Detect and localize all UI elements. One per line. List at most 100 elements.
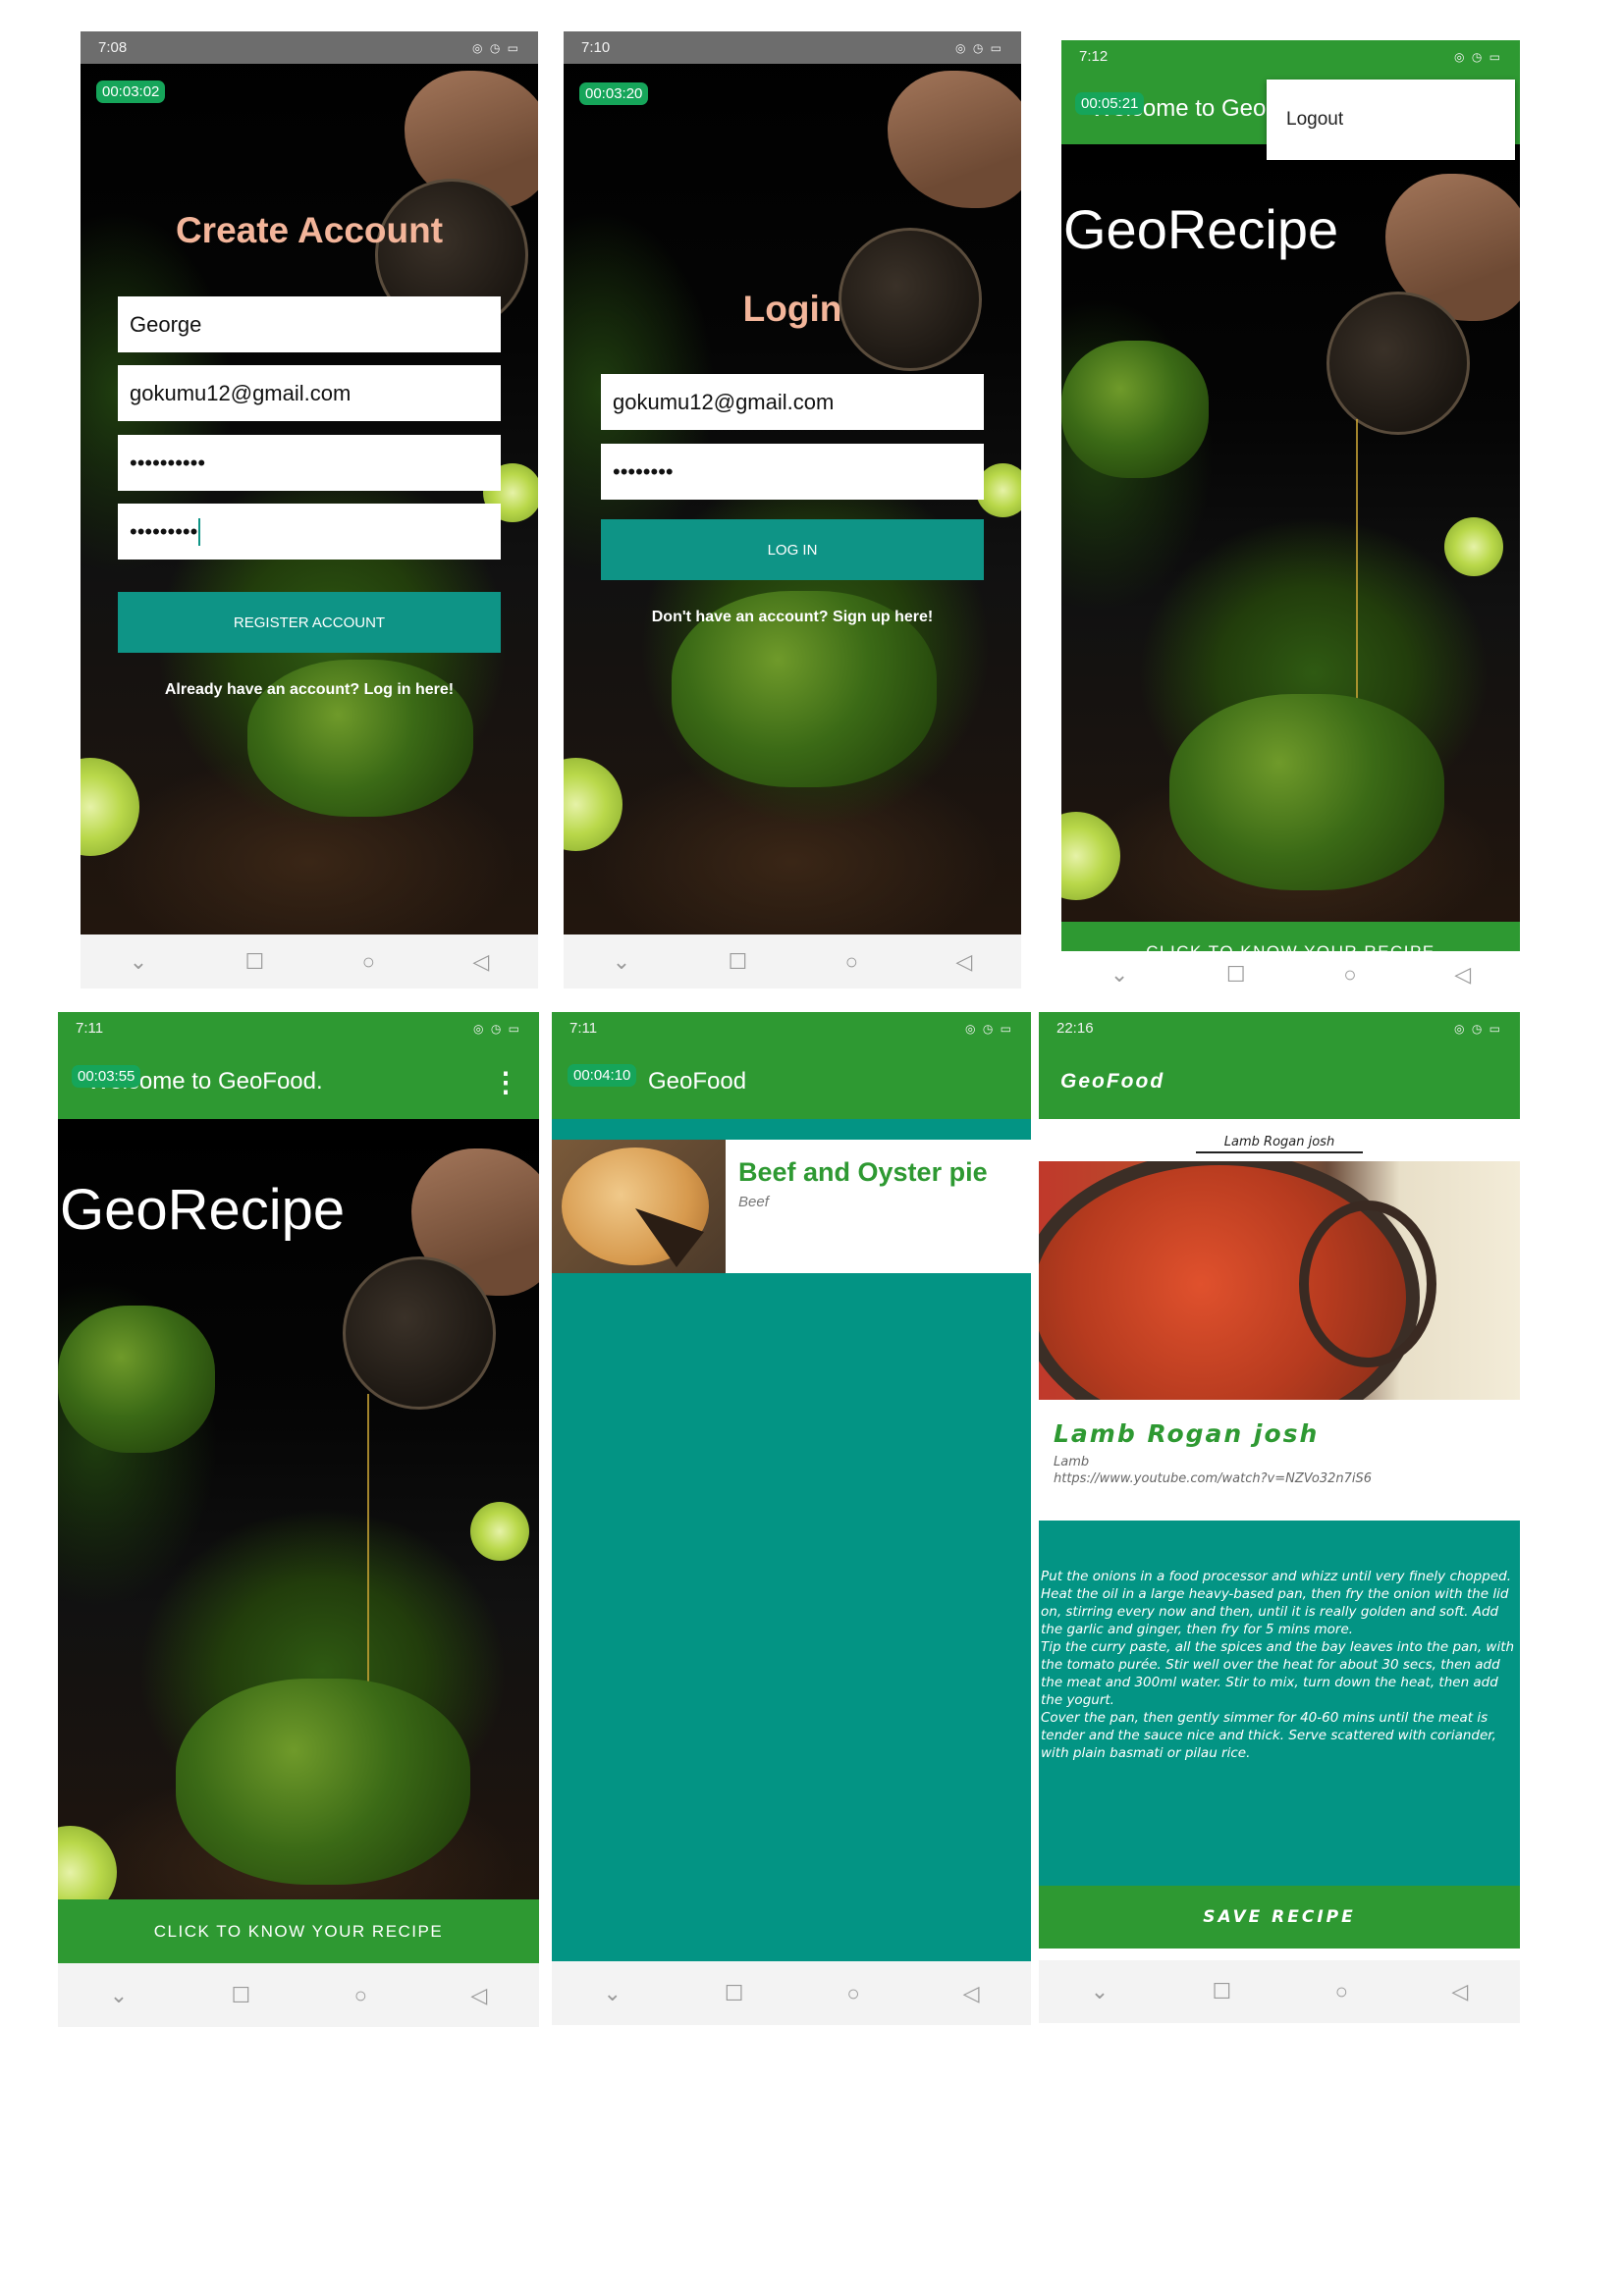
recents-icon[interactable]: ☐	[245, 949, 265, 975]
status-time: 7:11	[569, 1020, 598, 1037]
recipe-video-link[interactable]: https://www.youtube.com/watch?v=NZVo32n7…	[1054, 1471, 1372, 1486]
recipe-title: Lamb Rogan josh	[1054, 1419, 1320, 1448]
page-title: Create Account	[175, 210, 444, 250]
pie-thumbnail	[552, 1140, 726, 1273]
chevron-down-icon[interactable]: ⌄	[130, 949, 147, 975]
confirm-password-field[interactable]: •••••••••	[118, 504, 501, 560]
recents-icon[interactable]: ☐	[1213, 1979, 1232, 2004]
chevron-down-icon[interactable]: ⌄	[613, 949, 630, 975]
home-icon[interactable]: ○	[354, 1983, 367, 2008]
instructions-paragraph: Put the onions in a food processor and w…	[1041, 1569, 1511, 1637]
status-time: 7:10	[581, 39, 611, 56]
instructions-paragraph: Cover the pan, then gently simmer for 40…	[1041, 1710, 1496, 1761]
save-recipe-button[interactable]: SAVE RECIPE	[1039, 1886, 1520, 1949]
pan-handle	[1299, 1201, 1436, 1367]
lime-image	[81, 758, 139, 856]
chevron-down-icon[interactable]: ⌄	[110, 1983, 128, 2008]
lime-image	[1444, 517, 1503, 576]
hand-image	[888, 71, 1021, 208]
password-field[interactable]: ••••••••••	[118, 435, 501, 491]
recipe-category: Lamb	[1054, 1455, 1090, 1469]
status-icons: ◎ ◷ ▭	[1454, 1021, 1502, 1036]
image-caption: Lamb Rogan josh	[1196, 1135, 1363, 1153]
name-field[interactable]: George	[118, 296, 501, 352]
page-title: Login	[742, 289, 842, 329]
navigation-bar: ⌄ ☐ ○ ◁	[58, 1963, 539, 2027]
lime-image	[564, 758, 623, 851]
login-screen: 7:10 ◎ ◷ ▭ 00:03:20 Login gokumu12@gmail…	[564, 31, 1021, 988]
chevron-down-icon[interactable]: ⌄	[1091, 1979, 1109, 2004]
headline: GeoRecipe	[60, 1178, 346, 1242]
navigation-bar: ⌄ ☐ ○ ◁	[1061, 951, 1520, 998]
register-account-button[interactable]: REGISTER ACCOUNT	[118, 592, 501, 653]
status-time: 22:16	[1056, 1020, 1094, 1037]
status-icons: ◎ ◷ ▭	[472, 40, 520, 55]
navigation-bar: ⌄ ☐ ○ ◁	[564, 934, 1021, 988]
back-icon[interactable]: ◁	[1454, 962, 1471, 988]
recents-icon[interactable]: ☐	[725, 1981, 744, 2006]
broccoli-image	[58, 1306, 215, 1453]
home-icon[interactable]: ○	[846, 1981, 859, 2006]
status-bar: 7:11 ◎ ◷ ▭	[552, 1012, 1031, 1044]
home-icon[interactable]: ○	[845, 949, 858, 975]
back-icon[interactable]: ◁	[963, 1981, 980, 2006]
instructions-text: Put the onions in a food processor and w…	[1039, 1568, 1520, 1762]
chevron-down-icon[interactable]: ⌄	[1110, 962, 1128, 988]
recipe-item-category: Beef	[738, 1194, 769, 1210]
instructions-paragraph: Tip the curry paste, all the spices and …	[1041, 1639, 1515, 1708]
overflow-menu-icon[interactable]: ⋮	[492, 1066, 519, 1098]
back-icon[interactable]: ◁	[470, 1983, 487, 2008]
recipe-list-screen: 7:11 ◎ ◷ ▭ GeoFood 00:04:10 Beef and Oys…	[552, 1012, 1031, 2025]
broccoli-image	[176, 1679, 470, 1885]
overflow-menu: Logout	[1267, 80, 1515, 160]
recents-icon[interactable]: ☐	[1226, 962, 1246, 988]
logout-menu-item[interactable]: Logout	[1286, 109, 1343, 131]
status-icons: ◎ ◷ ▭	[965, 1021, 1013, 1036]
email-field[interactable]: gokumu12@gmail.com	[601, 374, 984, 430]
broccoli-image	[1061, 341, 1209, 478]
know-your-recipe-button[interactable]: CLICK TO KNOW YOUR RECIPE	[58, 1899, 539, 1963]
headline: GeoRecipe	[1063, 198, 1339, 260]
bottle-image	[1326, 292, 1470, 435]
bottle-image	[343, 1256, 496, 1410]
home-icon[interactable]: ○	[362, 949, 375, 975]
app-bar-title: GeoFood	[648, 1068, 747, 1095]
lime-image	[1061, 812, 1120, 900]
welcome-menu-screen: 7:12 ◎ ◷ ▭ Welcome to GeoFood. 00:05:21 …	[1061, 40, 1520, 998]
status-icons: ◎ ◷ ▭	[1454, 49, 1502, 64]
email-field[interactable]: gokumu12@gmail.com	[118, 365, 501, 421]
status-bar: 7:12 ◎ ◷ ▭	[1061, 40, 1520, 73]
instructions-panel: Put the onions in a food processor and w…	[1039, 1521, 1520, 1886]
back-icon[interactable]: ◁	[1451, 1979, 1468, 2004]
password-field[interactable]: ••••••••	[601, 444, 984, 500]
recording-timer: 00:03:02	[96, 80, 166, 103]
home-icon[interactable]: ○	[1343, 962, 1356, 988]
confirm-password-value: •••••••••	[130, 518, 198, 544]
recipe-detail-screen: 22:16 ◎ ◷ ▭ GeoFood Lamb Rogan josh Lamb…	[1039, 1012, 1520, 2023]
home-icon[interactable]: ○	[1335, 1979, 1348, 2004]
status-bar: 7:11 ◎ ◷ ▭	[58, 1012, 539, 1044]
recording-timer: 00:03:20	[579, 82, 649, 105]
status-bar: 7:10 ◎ ◷ ▭	[564, 31, 1021, 64]
recents-icon[interactable]: ☐	[729, 949, 748, 975]
recording-timer: 00:03:55	[72, 1065, 141, 1088]
status-time: 7:12	[1079, 48, 1109, 65]
back-icon[interactable]: ◁	[472, 949, 489, 975]
recipe-item-title: Beef and Oyster pie	[738, 1157, 988, 1187]
create-account-screen: 7:08 ◎ ◷ ▭ 00:03:02 Create Account Georg…	[81, 31, 538, 988]
welcome-screen: 7:11 ◎ ◷ ▭ Welcome to GeoFood. ⋮ 00:03:5…	[58, 1012, 539, 2027]
app-bar-title: GeoFood	[1060, 1070, 1165, 1093]
app-bar: GeoFood	[1039, 1044, 1520, 1119]
text-cursor	[198, 517, 201, 546]
list-item[interactable]: Beef and Oyster pie Beef	[552, 1140, 1031, 1273]
log-in-button[interactable]: LOG IN	[601, 519, 984, 580]
back-icon[interactable]: ◁	[955, 949, 972, 975]
status-icons: ◎ ◷ ▭	[955, 40, 1003, 55]
recipe-image	[1039, 1161, 1520, 1400]
signup-link[interactable]: Don't have an account? Sign up here!	[564, 609, 1021, 626]
recents-icon[interactable]: ☐	[232, 1983, 251, 2008]
chevron-down-icon[interactable]: ⌄	[603, 1981, 621, 2006]
login-link[interactable]: Already have an account? Log in here!	[81, 681, 538, 699]
status-bar: 7:08 ◎ ◷ ▭	[81, 31, 538, 64]
navigation-bar: ⌄ ☐ ○ ◁	[1039, 1960, 1520, 2023]
